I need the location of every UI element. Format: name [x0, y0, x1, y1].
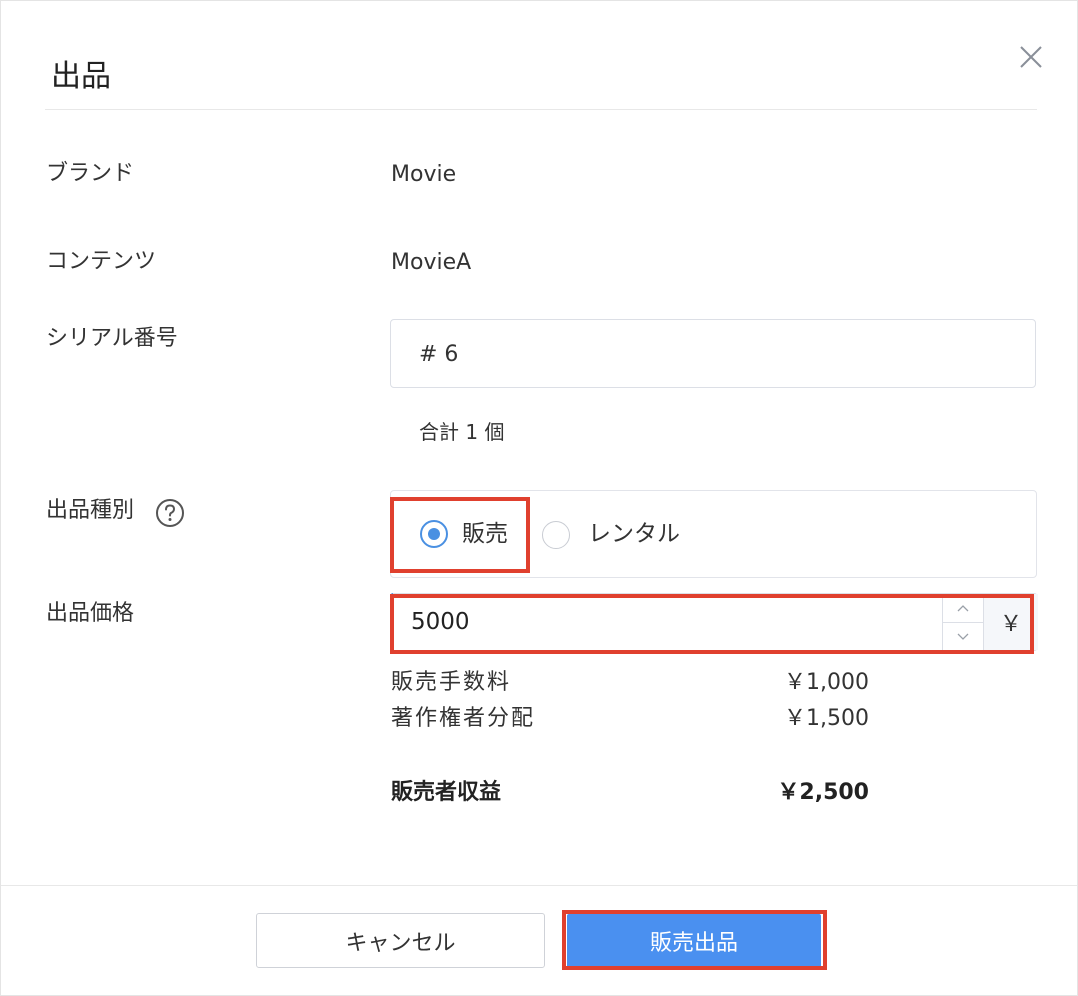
- radio-rental[interactable]: [542, 521, 570, 549]
- seller-revenue-amount: ￥2,500: [777, 780, 869, 805]
- highlight-price-input: [390, 594, 1034, 654]
- royalty-amount: ￥1,500: [784, 706, 869, 731]
- highlight-submit-button: [562, 910, 827, 970]
- dialog-title: 出品: [51, 59, 111, 94]
- serial-label: シリアル番号: [46, 326, 178, 351]
- price-label: 出品価格: [46, 601, 135, 626]
- total-count: 合計 1 個: [419, 420, 505, 444]
- close-icon[interactable]: [1015, 41, 1047, 73]
- question-circle-icon[interactable]: [155, 498, 185, 528]
- serial-number-value: # 6: [419, 342, 459, 367]
- radio-rental-label[interactable]: レンタル: [588, 519, 680, 549]
- footer-divider: [1, 885, 1077, 886]
- seller-revenue-label: 販売者収益: [391, 780, 502, 805]
- fee-amount: ￥1,000: [784, 670, 869, 695]
- highlight-sale-option: [390, 497, 530, 573]
- content-label: コンテンツ: [46, 249, 157, 274]
- brand-value: Movie: [391, 162, 457, 187]
- royalty-label: 著作権者分配: [391, 706, 536, 731]
- serial-number-box[interactable]: # 6: [390, 319, 1036, 388]
- brand-label: ブランド: [46, 161, 135, 186]
- content-value: MovieA: [391, 250, 472, 275]
- listing-dialog: 出品 ブランド Movie コンテンツ MovieA シリアル番号 # 6 合計…: [0, 0, 1078, 996]
- cancel-button[interactable]: キャンセル: [256, 913, 545, 968]
- listing-type-label: 出品種別: [46, 498, 135, 523]
- fee-label: 販売手数料: [391, 670, 512, 695]
- title-divider: [45, 109, 1037, 110]
